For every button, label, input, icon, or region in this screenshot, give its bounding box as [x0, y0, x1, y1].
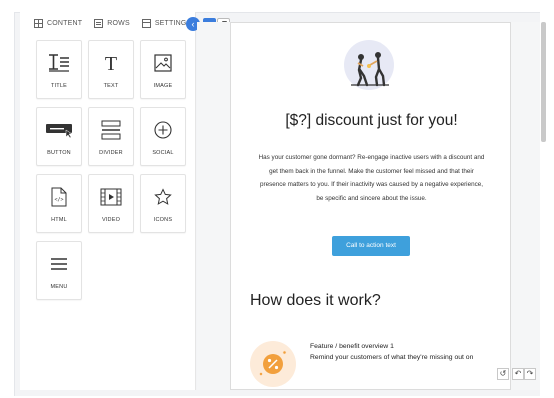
undo-button[interactable]: ↶: [512, 368, 524, 380]
title-icon: [44, 51, 74, 75]
block-video[interactable]: VIDEO: [88, 174, 134, 233]
discount-icon: [259, 350, 287, 376]
tile-label: ICONS: [153, 217, 173, 223]
block-social[interactable]: SOCIAL: [140, 107, 186, 166]
svg-text:</>: </>: [54, 197, 63, 203]
star-icon: [148, 185, 178, 209]
grid-icon: [34, 18, 43, 28]
block-title[interactable]: TITLE: [36, 40, 82, 99]
content-blocks: TITLE T TEXT IMAGE BUTTON DIVIDER SOCIAL…: [36, 40, 186, 300]
tile-label: IMAGE: [153, 83, 173, 89]
section-title: How does it work?: [250, 292, 381, 309]
tile-label: SOCIAL: [152, 150, 174, 156]
tile-label: VIDEO: [101, 217, 121, 223]
tile-label: TITLE: [51, 83, 67, 89]
video-icon: [96, 185, 126, 209]
history-button[interactable]: ↺: [497, 368, 509, 380]
panel-tabs: CONTENT ROWS SETTINGS: [28, 12, 197, 34]
history-controls: ↺ ↶ ↷: [497, 368, 536, 380]
social-icon: [148, 118, 178, 142]
feature-title: Feature / benefit overview 1: [310, 343, 394, 350]
history-icon: ↺: [499, 369, 507, 378]
tile-label: HTML: [51, 217, 67, 223]
block-menu[interactable]: MENU: [36, 241, 82, 300]
cta-button[interactable]: Call to action text: [332, 236, 410, 256]
feature-badge: [250, 341, 296, 387]
menu-icon: [44, 252, 74, 276]
redo-button[interactable]: ↷: [524, 368, 536, 380]
undo-icon: ↶: [514, 369, 522, 378]
tile-label: MENU: [50, 284, 68, 290]
tile-label: DIVIDER: [99, 150, 123, 156]
rows-icon: [94, 18, 104, 28]
svg-text:T: T: [105, 53, 117, 73]
button-icon: [44, 118, 74, 142]
block-divider[interactable]: DIVIDER: [88, 107, 134, 166]
block-html[interactable]: </> HTML: [36, 174, 82, 233]
settings-icon: [141, 18, 151, 28]
email-headline: [$?] discount just for you!: [285, 112, 458, 129]
block-text[interactable]: T TEXT: [88, 40, 134, 99]
block-button[interactable]: BUTTON: [36, 107, 82, 166]
html-icon: </>: [44, 185, 74, 209]
tab-content[interactable]: CONTENT: [28, 12, 89, 34]
redo-icon: ↷: [526, 369, 534, 378]
tab-rows[interactable]: ROWS: [88, 12, 136, 34]
text-icon: T: [96, 51, 126, 75]
tab-rows-label: ROWS: [107, 19, 130, 27]
tile-label: TEXT: [103, 83, 119, 89]
email-body: Has your customer gone dormant? Re-engag…: [258, 154, 485, 202]
block-icons[interactable]: ICONS: [140, 174, 186, 233]
feature-description: Remind your customers of what they're mi…: [310, 354, 474, 361]
divider-icon: [96, 118, 126, 142]
hero-illustration: [344, 40, 394, 90]
block-image[interactable]: IMAGE: [140, 40, 186, 99]
email-canvas[interactable]: [$?] discount just for you! Has your cus…: [230, 22, 511, 390]
canvas-scrollbar[interactable]: [541, 22, 546, 142]
tab-content-label: CONTENT: [47, 19, 83, 27]
image-icon: [148, 51, 178, 75]
chevron-left-icon: ‹: [191, 19, 195, 29]
tile-label: BUTTON: [47, 150, 71, 156]
